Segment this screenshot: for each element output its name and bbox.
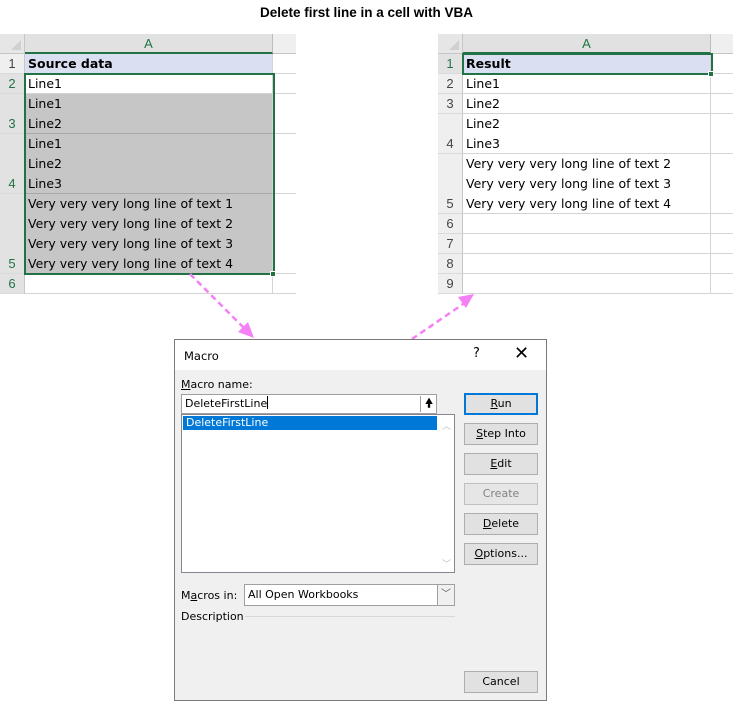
delete-button[interactable]: Delete	[464, 513, 538, 535]
macro-list-item[interactable]: DeleteFirstLine	[183, 416, 437, 430]
macro-name-label: Macro name:	[181, 378, 253, 391]
arrow-to-result	[411, 300, 467, 341]
cancel-button[interactable]: Cancel	[464, 671, 538, 693]
macro-name-input[interactable]: DeleteFirstLine 🠝	[181, 394, 437, 414]
description-divider	[245, 616, 455, 617]
macro-list[interactable]: DeleteFirstLine ︿ ﹀	[181, 414, 455, 573]
description-label: Description	[181, 610, 244, 623]
macros-in-select[interactable]: All Open Workbooks ﹀	[244, 584, 455, 606]
scroll-up-icon[interactable]: ︿	[442, 419, 451, 432]
arrow-head-to-result	[458, 294, 474, 308]
macro-dialog: Macro ? ✕ Macro name: DeleteFirstLine 🠝 …	[174, 339, 547, 701]
dialog-title: Macro	[184, 349, 219, 363]
scroll-down-icon[interactable]: ﹀	[442, 557, 451, 570]
create-button: Create	[464, 483, 538, 505]
macros-in-value: All Open Workbooks	[248, 588, 359, 601]
chevron-down-icon[interactable]: ﹀	[437, 585, 454, 605]
step-into-button[interactable]: Step Into	[464, 423, 538, 445]
close-icon[interactable]: ✕	[514, 343, 529, 364]
macros-in-label: Macros in:	[181, 589, 238, 602]
help-button[interactable]: ?	[473, 346, 480, 361]
options-button[interactable]: Options...	[464, 543, 538, 565]
arrow-to-dialog	[189, 273, 247, 331]
macro-name-value: DeleteFirstLine	[185, 397, 268, 410]
edit-button[interactable]: Edit	[464, 453, 538, 475]
dialog-titlebar[interactable]: Macro ? ✕	[175, 340, 546, 370]
upload-arrow-icon[interactable]: 🠝	[420, 396, 437, 412]
run-button[interactable]: Run	[464, 393, 538, 415]
text-caret	[267, 396, 269, 409]
